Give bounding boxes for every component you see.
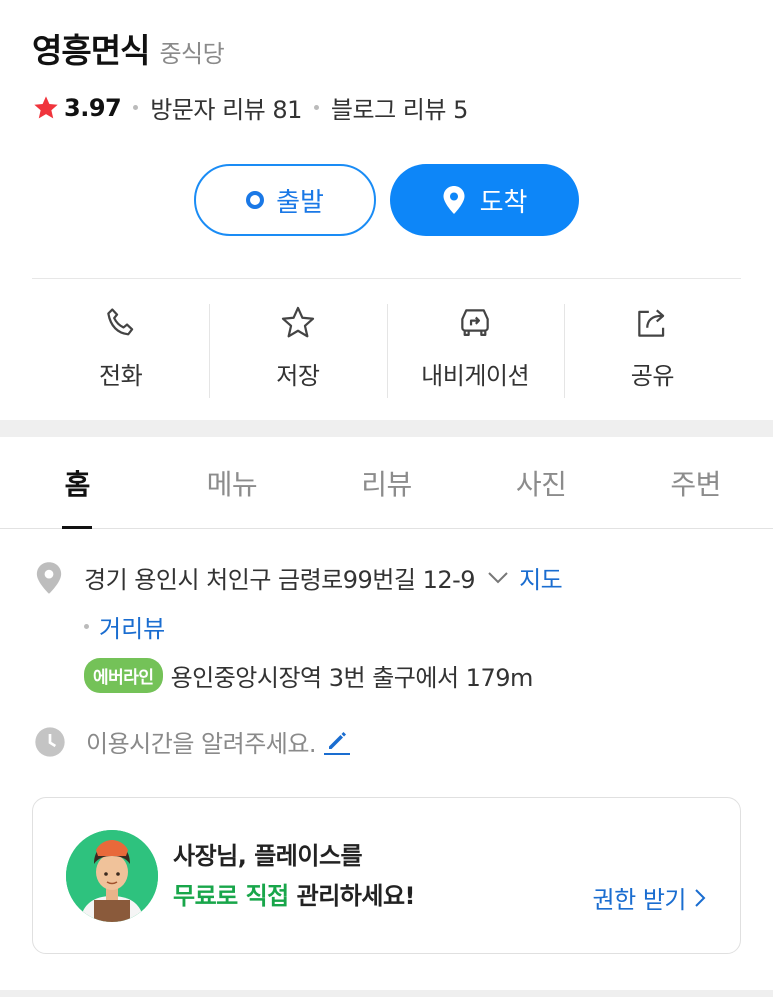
separator-dot	[313, 105, 319, 110]
owner-highlight: 무료로 직접	[173, 882, 289, 910]
share-icon	[638, 309, 665, 337]
call-action[interactable]: 전화	[32, 300, 209, 400]
save-label: 저장	[276, 362, 320, 390]
separator-dot	[84, 624, 89, 629]
place-name: 영흥면식	[32, 31, 150, 70]
separator-dot	[133, 105, 139, 110]
get-permission-link[interactable]: 권한 받기	[593, 880, 706, 915]
quick-actions: 전화 저장 내비게이션 공유	[32, 300, 741, 400]
address-pin-icon	[36, 561, 62, 594]
star-icon	[34, 95, 58, 118]
owner-message-line2: 무료로 직접 관리하세요!	[173, 876, 415, 916]
place-header: 영흥면식 중식당	[32, 24, 225, 72]
get-permission-label: 권한 받기	[592, 886, 687, 914]
tab-photos[interactable]: 사진	[464, 437, 619, 528]
map-link[interactable]: 지도	[519, 560, 563, 595]
location-pin-icon	[443, 186, 465, 214]
route-buttons: 출발 도착	[194, 164, 579, 236]
visitor-reviews-link[interactable]: 방문자 리뷰 81	[150, 90, 302, 125]
phone-icon	[106, 308, 133, 336]
call-label: 전화	[99, 362, 143, 390]
section-separator	[0, 990, 773, 997]
subway-directions: 용인중앙시장역 3번 출구에서 179m	[170, 664, 534, 692]
section-separator	[0, 420, 773, 437]
owner-promo-card[interactable]: 사장님, 플레이스를 무료로 직접 관리하세요! 권한 받기	[32, 797, 741, 954]
rating-score: 3.97	[64, 93, 122, 122]
share-label: 공유	[630, 362, 675, 390]
tab-menu[interactable]: 메뉴	[155, 437, 310, 528]
owner-message: 사장님, 플레이스를 무료로 직접 관리하세요!	[173, 836, 415, 916]
clock-icon	[35, 726, 65, 757]
street-view-link[interactable]: 거리뷰	[99, 609, 165, 644]
pencil-edit-icon[interactable]	[324, 729, 351, 755]
chevron-right-icon	[695, 888, 706, 907]
divider	[32, 278, 741, 279]
star-outline-icon	[281, 306, 315, 338]
arrive-button[interactable]: 도착	[390, 164, 579, 236]
place-category: 중식당	[159, 40, 225, 68]
owner-avatar	[66, 830, 158, 922]
address-section: 경기 용인시 처인구 금령로99번길 12-9 지도 거리뷰 에버라인 용인중앙…	[34, 560, 734, 693]
depart-label: 출발	[276, 187, 324, 218]
car-navigation-icon	[461, 309, 489, 336]
chevron-down-icon[interactable]	[487, 571, 509, 585]
hours-prompt: 이용시간을 알려주세요.	[86, 730, 317, 758]
tab-home[interactable]: 홈	[0, 437, 155, 528]
hours-row: 이용시간을 알려주세요.	[34, 724, 351, 759]
blog-reviews-link[interactable]: 블로그 리뷰 5	[331, 90, 468, 125]
address-text: 경기 용인시 처인구 금령로99번길 12-9	[84, 566, 476, 594]
arrive-label: 도착	[479, 187, 528, 218]
owner-message-line1: 사장님, 플레이스를	[173, 842, 363, 870]
subway-line-badge: 에버라인	[84, 658, 163, 693]
rating-row: 3.97 방문자 리뷰 81 블로그 리뷰 5	[32, 90, 468, 125]
tab-reviews[interactable]: 리뷰	[309, 437, 464, 528]
owner-illustration	[66, 830, 158, 922]
tab-nearby[interactable]: 주변	[618, 437, 773, 528]
navigation-label: 내비게이션	[421, 362, 530, 390]
origin-dot-icon	[246, 191, 265, 209]
navigation-action[interactable]: 내비게이션	[386, 300, 564, 400]
share-action[interactable]: 공유	[563, 300, 741, 400]
owner-message-rest: 관리하세요!	[288, 882, 416, 910]
save-action[interactable]: 저장	[209, 300, 386, 400]
depart-button[interactable]: 출발	[194, 164, 376, 236]
tab-bar: 홈 메뉴 리뷰 사진 주변	[0, 437, 773, 529]
